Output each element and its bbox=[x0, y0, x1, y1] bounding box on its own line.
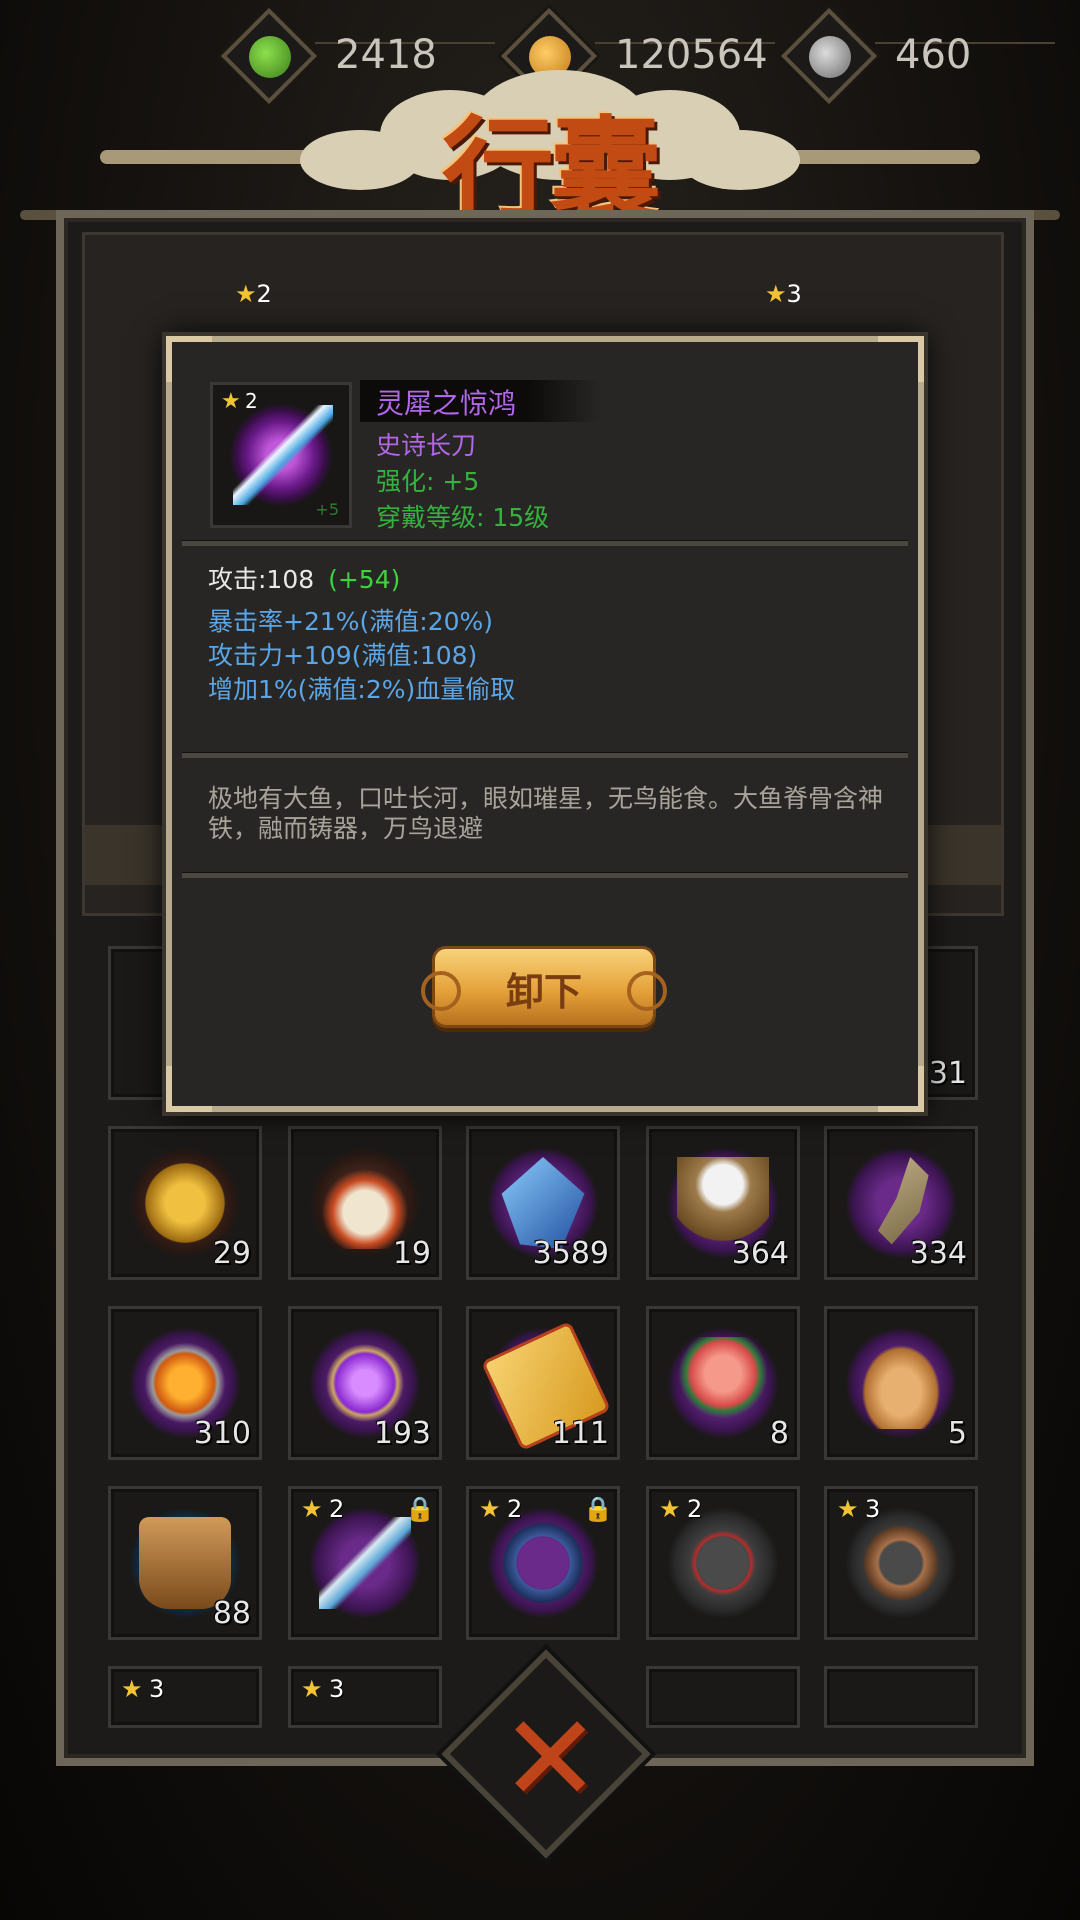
jade-icon bbox=[249, 36, 291, 78]
attack-bonus: (+54) bbox=[328, 565, 401, 594]
item-detail-popup: ★ 2 +5 灵犀之惊鸿 史诗长刀 强化: +5 穿戴等级: 15级 攻击:10… bbox=[166, 336, 924, 1112]
item-count: 3589 bbox=[532, 1236, 609, 1271]
inventory-slot-fish[interactable]: 334 bbox=[824, 1126, 978, 1280]
item-stars: 3 bbox=[329, 1675, 345, 1703]
inventory-slot-belt[interactable]: ★ 2 🔒 bbox=[466, 1486, 620, 1640]
unequip-button[interactable]: 卸下 bbox=[421, 946, 667, 1028]
bonus-stat-attack: 攻击力+109(满值:108) bbox=[208, 641, 478, 670]
star-icon: ★ bbox=[235, 280, 257, 308]
lock-icon: 🔒 bbox=[583, 1495, 613, 1523]
enhance-level: 强化: +5 bbox=[376, 467, 480, 496]
inventory-slot-ring[interactable]: ★ 3 bbox=[824, 1486, 978, 1640]
blade-icon bbox=[319, 1517, 411, 1609]
item-count: 19 bbox=[392, 1236, 431, 1271]
inventory-slot[interactable]: ★ 3 bbox=[108, 1666, 262, 1728]
equip-slot-stars: 2 bbox=[256, 280, 272, 308]
item-count: 5 bbox=[947, 1416, 967, 1451]
inventory-slot-blade[interactable]: ★ 2 🔒 bbox=[288, 1486, 442, 1640]
item-count: 88 bbox=[212, 1596, 251, 1631]
wear-level: 穿戴等级: 15级 bbox=[376, 503, 550, 532]
star-icon: ★ bbox=[765, 280, 787, 308]
item-icon-frame: ★ 2 +5 bbox=[210, 382, 352, 528]
attack-stat: 攻击:108 (+54) bbox=[208, 560, 400, 596]
page-title: 行囊 bbox=[442, 105, 662, 236]
belt-icon bbox=[497, 1517, 589, 1609]
yinyang-value: 460 bbox=[895, 32, 972, 78]
inventory-slot[interactable]: ★ 3 bbox=[288, 1666, 442, 1728]
jade-value: 2418 bbox=[335, 32, 437, 78]
item-name: 灵犀之惊鸿 bbox=[376, 387, 517, 420]
gourd-bottle-icon bbox=[855, 1337, 947, 1429]
inventory-slot-wooden-bucket[interactable]: 88 bbox=[108, 1486, 262, 1640]
star-icon: ★ bbox=[301, 1495, 323, 1523]
item-count: 310 bbox=[193, 1416, 251, 1451]
item-count: 334 bbox=[909, 1236, 967, 1271]
item-stars: 2 bbox=[329, 1495, 345, 1523]
inventory-slot-crane-charm[interactable]: 19 bbox=[288, 1126, 442, 1280]
yinyang-icon bbox=[809, 36, 851, 78]
item-stars: 3 bbox=[865, 1495, 881, 1523]
inventory-slot-gourd-bottle[interactable]: 5 bbox=[824, 1306, 978, 1460]
peach-icon bbox=[677, 1337, 769, 1429]
necklace-icon bbox=[677, 1517, 769, 1609]
star-icon: ★ bbox=[659, 1495, 681, 1523]
star-icon: ★ bbox=[301, 1675, 323, 1703]
star-icon: ★ bbox=[837, 1495, 859, 1523]
attack-value: 攻击:108 bbox=[208, 565, 315, 594]
item-stars: 2 bbox=[245, 389, 258, 413]
item-count: 31 bbox=[928, 1056, 967, 1091]
inventory-slot-scroll[interactable]: 111 bbox=[466, 1306, 620, 1460]
unequip-button-label: 卸下 bbox=[505, 970, 582, 1014]
item-stars: 3 bbox=[149, 1675, 165, 1703]
inventory-slot-fire-orb[interactable]: 310 bbox=[108, 1306, 262, 1460]
item-count: 193 bbox=[373, 1416, 431, 1451]
inventory-slot-empty[interactable] bbox=[646, 1666, 800, 1728]
close-icon[interactable]: ✕ bbox=[500, 1690, 601, 1829]
bonus-stat-crit: 暴击率+21%(满值:20%) bbox=[208, 607, 494, 636]
inventory-slot-rice-sack[interactable]: 364 bbox=[646, 1126, 800, 1280]
star-icon: ★ bbox=[221, 389, 241, 414]
inventory-slot-empty[interactable] bbox=[824, 1666, 978, 1728]
inventory-slot-peach[interactable]: 8 bbox=[646, 1306, 800, 1460]
coin-value: 120564 bbox=[615, 32, 768, 78]
item-count: 111 bbox=[551, 1416, 609, 1451]
item-count: 29 bbox=[212, 1236, 251, 1271]
equip-slot-stars: 3 bbox=[786, 280, 802, 308]
inventory-slot-purple-orb[interactable]: 193 bbox=[288, 1306, 442, 1460]
item-count: 8 bbox=[769, 1416, 789, 1451]
item-stars: 2 bbox=[507, 1495, 523, 1523]
item-description: 极地有大鱼，口吐长河，眼如璀星，无鸟能食。大鱼脊骨含神铁，融而铸器，万鸟退避 bbox=[208, 784, 884, 843]
inventory-slot-sun-emblem[interactable]: 29 bbox=[108, 1126, 262, 1280]
lock-icon: 🔒 bbox=[405, 1495, 435, 1523]
star-icon: ★ bbox=[121, 1675, 143, 1703]
inventory-slot-blue-crystal[interactable]: 3589 bbox=[466, 1126, 620, 1280]
item-type: 史诗长刀 bbox=[376, 431, 477, 460]
item-stars: 2 bbox=[687, 1495, 703, 1523]
bonus-stat-lifesteal: 增加1%(满值:2%)血量偷取 bbox=[208, 675, 516, 704]
item-count: 364 bbox=[731, 1236, 789, 1271]
star-icon: ★ bbox=[479, 1495, 501, 1523]
blade-icon bbox=[233, 405, 333, 505]
inventory-slot-necklace[interactable]: ★ 2 bbox=[646, 1486, 800, 1640]
enhance-mark: +5 bbox=[315, 500, 339, 519]
ring-icon bbox=[855, 1517, 947, 1609]
